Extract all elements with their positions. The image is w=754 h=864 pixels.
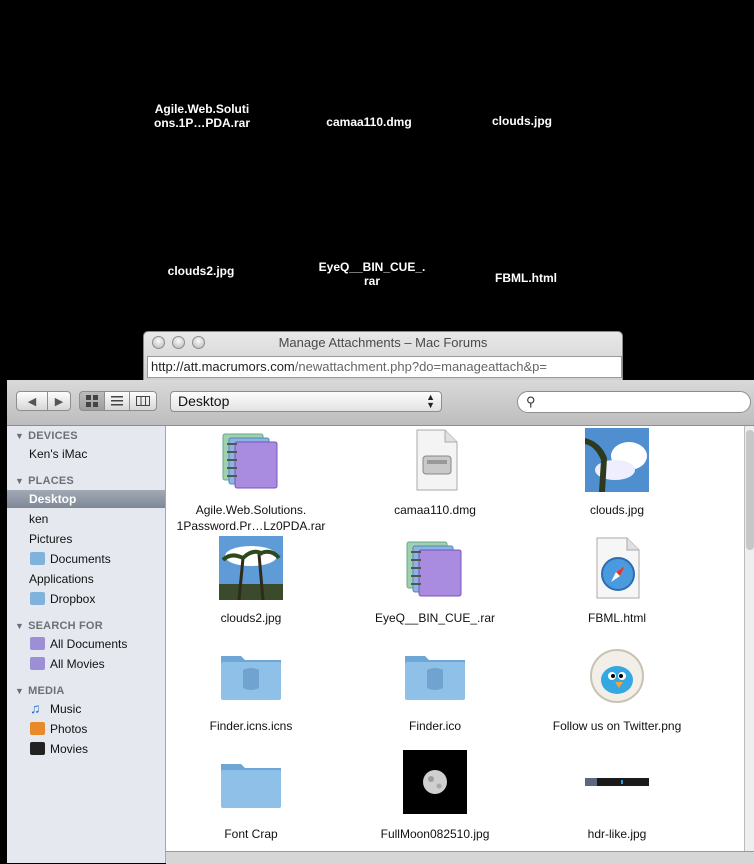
desktop-icon-clouds2[interactable]: clouds2.jpg <box>141 264 261 278</box>
file-name: Finder.ico <box>408 719 462 733</box>
file-name: Finder.icns.icns <box>209 719 293 733</box>
chevron-updown-icon: ▲ ▼ <box>426 392 435 410</box>
file-name: EyeQ__BIN_CUE_.rar <box>374 611 496 625</box>
forward-button[interactable]: ▶ <box>47 391 71 411</box>
vertical-scrollbar[interactable] <box>744 426 754 851</box>
location-popup[interactable]: Desktop ▲ ▼ <box>170 391 442 412</box>
file-name: camaa110.dmg <box>394 503 476 517</box>
file-name: Agile.Web.Solutions. 1Password.Pr…Lz0PDA… <box>176 503 326 533</box>
smart-folder-icon <box>30 637 45 650</box>
dropbox-folder-icon <box>30 592 45 605</box>
photo-thumbnail <box>585 428 649 492</box>
folder-icon <box>221 764 281 808</box>
browser-title: Manage Attachments – Mac Forums <box>278 335 488 350</box>
icon-view-button[interactable] <box>79 391 105 411</box>
sidebar-item-movies[interactable]: Movies <box>7 740 165 758</box>
finder-window: ◀ ▶ Desktop ▲ ▼ ⚲ ▼ DEVICES Ken's iMac ▼ PLA… <box>7 380 754 864</box>
file-name: FBML.html <box>587 611 646 625</box>
browser-window: Manage Attachments – Mac Forums http://a… <box>143 331 623 381</box>
moon-photo-thumbnail <box>403 750 467 814</box>
sidebar-item-dropbox[interactable]: Dropbox <box>7 590 165 608</box>
search-icon: ⚲ <box>526 394 536 409</box>
disk-image-icon <box>416 429 458 491</box>
file-name: hdr-like.jpg <box>587 827 647 841</box>
sidebar-item-documents[interactable]: Documents <box>7 550 165 568</box>
sidebar-item-photos[interactable]: Photos <box>7 720 165 738</box>
sidebar-item-kens-imac[interactable]: Ken's iMac <box>7 445 165 463</box>
desktop-icon-fbml[interactable]: FBML.html <box>466 271 586 285</box>
file-name: clouds.jpg <box>589 503 645 517</box>
finder-toolbar: ◀ ▶ Desktop ▲ ▼ ⚲ <box>7 380 754 426</box>
sidebar-item-music[interactable]: ♫ Music <box>7 700 165 718</box>
rar-archive-icon <box>222 433 278 489</box>
file-name: FullMoon082510.jpg <box>380 827 490 841</box>
url-field[interactable]: http://att.macrumors.com/newattachment.p… <box>147 356 622 378</box>
url-host: http://att.macrumors.com <box>151 359 295 374</box>
column-view-button[interactable] <box>129 391 157 411</box>
desktop-icon-clouds[interactable]: clouds.jpg <box>462 114 582 128</box>
status-bar <box>166 851 754 864</box>
sidebar-item-pictures[interactable]: Pictures <box>7 530 165 548</box>
sidebar-item-applications[interactable]: Applications <box>7 570 165 588</box>
desktop-icon-agile[interactable]: Agile.Web.Soluti ons.1P…PDA.rar <box>142 102 262 130</box>
twitter-bird-icon <box>590 649 644 703</box>
sidebar-header-media[interactable]: ▼ MEDIA <box>15 685 65 697</box>
smart-folder-icon <box>30 657 45 670</box>
file-name: Font Crap <box>224 827 278 841</box>
music-note-icon: ♫ <box>30 700 41 716</box>
sidebar: ▼ DEVICES Ken's iMac ▼ PLACES Desktop ken … <box>7 426 166 863</box>
scrollbar-thumb[interactable] <box>746 430 754 550</box>
back-button[interactable]: ◀ <box>16 391 48 411</box>
clapperboard-icon <box>30 742 45 755</box>
disclosure-triangle-icon: ▼ <box>15 621 25 631</box>
sidebar-header-places[interactable]: ▼ PLACES <box>15 475 74 487</box>
file-browser: Agile.Web.Solutions. 1Password.Pr…Lz0PDA… <box>166 426 744 851</box>
list-view-button[interactable] <box>104 391 130 411</box>
hdr-photo-thumbnail <box>585 778 649 786</box>
disclosure-triangle-icon: ▼ <box>15 476 25 486</box>
sidebar-item-all-movies[interactable]: All Movies <box>7 655 165 673</box>
sidebar-item-all-documents[interactable]: All Documents <box>7 635 165 653</box>
sidebar-header-devices[interactable]: ▼ DEVICES <box>15 430 78 442</box>
file-name: Follow us on Twitter.png <box>552 719 682 733</box>
folder-icon <box>221 656 281 700</box>
desktop-icon-camaa110[interactable]: camaa110.dmg <box>309 115 429 129</box>
search-field[interactable]: ⚲ <box>517 391 751 413</box>
folder-icon <box>405 656 465 700</box>
folder-icon <box>30 552 45 565</box>
file-name: clouds2.jpg <box>220 611 282 625</box>
desktop-icon-eyeq[interactable]: EyeQ__BIN_CUE_. rar <box>312 260 432 288</box>
rar-archive-icon <box>406 541 462 597</box>
list-view-icon <box>111 396 123 406</box>
photos-icon <box>30 722 45 735</box>
column-view-icon <box>136 396 150 406</box>
sidebar-item-desktop[interactable]: Desktop <box>7 490 165 508</box>
disclosure-triangle-icon: ▼ <box>15 686 25 696</box>
safari-html-icon <box>596 537 640 599</box>
disclosure-triangle-icon: ▼ <box>15 431 25 441</box>
photo-thumbnail <box>219 536 283 600</box>
icon-view-icon <box>86 395 98 407</box>
sidebar-item-ken[interactable]: ken <box>7 510 165 528</box>
sidebar-header-search-for[interactable]: ▼ SEARCH FOR <box>15 620 103 632</box>
location-label: Desktop <box>178 393 230 409</box>
url-path: /newattachment.php?do=manageattach&p= <box>294 359 548 374</box>
